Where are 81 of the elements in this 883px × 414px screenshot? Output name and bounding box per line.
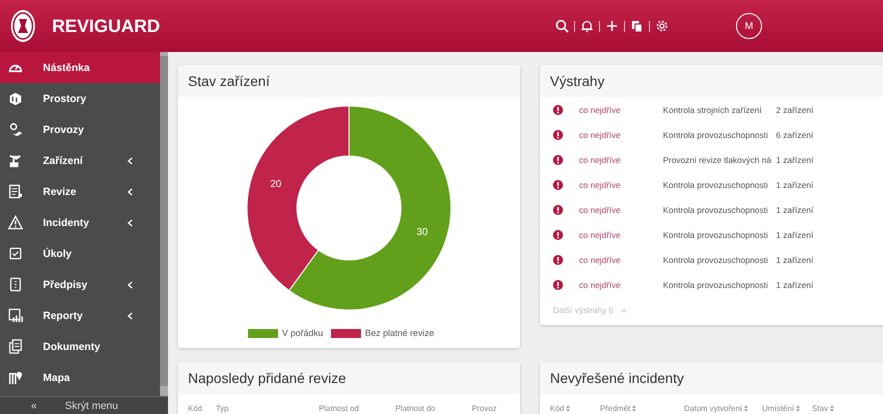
- sort-icon[interactable]: [744, 405, 748, 412]
- nav-icon: [8, 184, 23, 199]
- collapse-menu-button[interactable]: « Skrýt menu: [0, 396, 168, 414]
- column-header: Provoz: [472, 404, 497, 413]
- card-title: Naposledy přidané revize: [178, 362, 520, 394]
- alert-count: 1 zařízení: [776, 254, 814, 264]
- alert-count: 1 zařízení: [776, 204, 814, 214]
- column-header: Stav: [812, 404, 828, 413]
- alert-priority: co nejdříve: [579, 154, 622, 164]
- alert-icon: [553, 130, 563, 140]
- nav-item[interactable]: Revize: [0, 176, 160, 207]
- card-title: Nevyřešené incidenty: [540, 362, 883, 394]
- alert-count: 1 zařízení: [776, 280, 814, 290]
- legend-label: V pořádku: [282, 328, 324, 338]
- column-header: Předmět: [600, 404, 630, 413]
- alert-name: Kontrola strojních zařízení: [663, 104, 763, 114]
- user-avatar[interactable]: M: [736, 13, 762, 39]
- column-header: Platnost do: [395, 404, 436, 413]
- nav-item[interactable]: Prostory: [0, 83, 160, 114]
- logo-icon: [10, 9, 36, 43]
- nav-icon: [8, 370, 23, 385]
- alert-name: Kontrola provozuschopnosti: [663, 280, 769, 290]
- legend-label: Bez platné revize: [365, 328, 434, 338]
- nav-icon: [8, 339, 23, 354]
- alert-name: Kontrola provozuschopnosti: [663, 130, 769, 140]
- sort-icon[interactable]: [566, 405, 570, 412]
- column-header: Platnost od: [318, 404, 359, 413]
- app-title: REVIGUARD: [52, 16, 162, 36]
- nav-item[interactable]: Předpisy: [0, 269, 160, 300]
- alert-count: 2 zařízení: [776, 104, 814, 114]
- alert-name: Kontrola provozuschopnosti: [663, 230, 769, 240]
- alert-icon: [553, 204, 563, 214]
- nav-item[interactable]: Incidenty: [0, 207, 160, 238]
- sort-icon[interactable]: [796, 405, 800, 412]
- alert-priority: co nejdříve: [579, 254, 622, 264]
- column-header: Umístění: [762, 404, 794, 413]
- alert-icon: [553, 180, 563, 190]
- sort-icon[interactable]: [830, 405, 834, 412]
- alert-name: Kontrola provozuschopnosti: [663, 180, 769, 190]
- nav-item[interactable]: Zařízení: [0, 145, 160, 176]
- nav-item[interactable]: Reporty: [0, 300, 160, 331]
- nav-icon: [8, 153, 23, 168]
- scrollbar[interactable]: [160, 52, 168, 396]
- nav-icon: [8, 215, 23, 230]
- alert-name: Kontrola provozuschopnosti: [663, 254, 769, 264]
- alert-icon: [553, 254, 563, 264]
- data-label: 20: [270, 179, 282, 190]
- column-header: Kód: [550, 404, 564, 413]
- alert-priority: co nejdříve: [579, 280, 622, 290]
- data-label: 30: [416, 226, 428, 238]
- column-header: Typ: [216, 404, 229, 413]
- alert-name: Provozní revize tlakových ná: [663, 154, 772, 164]
- alert-count: 6 zařízení: [776, 130, 814, 140]
- nav-item[interactable]: Úkoly: [0, 238, 160, 269]
- card-title: Stav zařízení: [178, 65, 520, 97]
- alert-icon: [553, 230, 563, 240]
- nav-icon: [8, 246, 23, 261]
- nav-item[interactable]: Nástěnka: [0, 52, 160, 83]
- alert-count: 1 zařízení: [776, 180, 814, 190]
- nav-item[interactable]: Dokumenty: [0, 331, 160, 362]
- alert-icon: [553, 104, 563, 114]
- nav-icon: [8, 308, 23, 323]
- alert-count: 1 zařízení: [776, 154, 814, 164]
- nav-item[interactable]: Provozy: [0, 114, 160, 145]
- card-title: Výstrahy: [540, 65, 883, 97]
- sort-icon[interactable]: [632, 405, 636, 412]
- column-header: Kód: [188, 404, 202, 413]
- alert-count: 1 zařízení: [776, 230, 814, 240]
- alert-priority: co nejdříve: [579, 230, 622, 240]
- nav-icon: [8, 122, 23, 137]
- alert-name: Kontrola provozuschopnosti: [663, 204, 769, 214]
- nav-item[interactable]: Mapa: [0, 362, 160, 393]
- alert-priority: co nejdříve: [579, 204, 622, 214]
- alert-priority: co nejdříve: [579, 130, 622, 140]
- alert-priority: co nejdříve: [579, 104, 622, 114]
- alert-icon: [553, 154, 563, 164]
- alert-icon: [553, 280, 563, 290]
- column-header: Datum vytvoření: [684, 404, 742, 413]
- nav-icon: [8, 91, 23, 106]
- alert-priority: co nejdříve: [579, 180, 622, 190]
- nav-icon: [8, 277, 23, 292]
